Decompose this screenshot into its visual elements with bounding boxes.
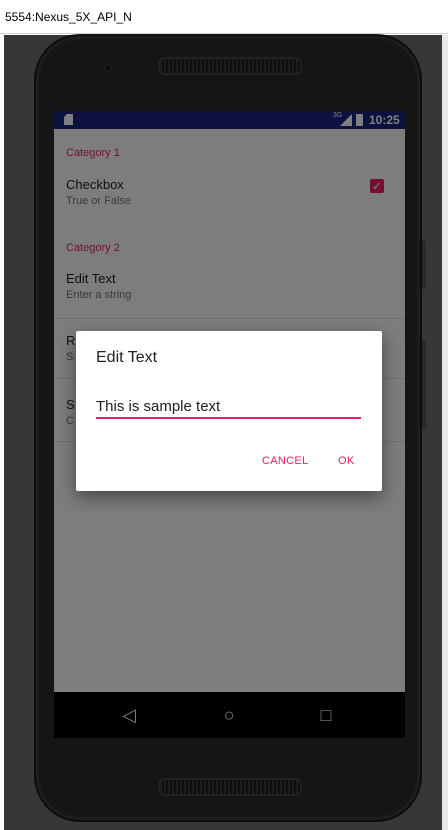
edit-text-dialog: Edit Text CANCEL OK [76,331,382,491]
emulator-side-strip [442,35,448,830]
dialog-text-input[interactable] [96,395,361,419]
dialog-title: Edit Text [96,349,158,366]
emulator-title-bar: 5554:Nexus_5X_API_N [0,0,448,34]
cancel-button[interactable]: CANCEL [256,451,314,471]
window-title: 5554:Nexus_5X_API_N [5,10,132,24]
ok-button[interactable]: OK [332,451,361,471]
